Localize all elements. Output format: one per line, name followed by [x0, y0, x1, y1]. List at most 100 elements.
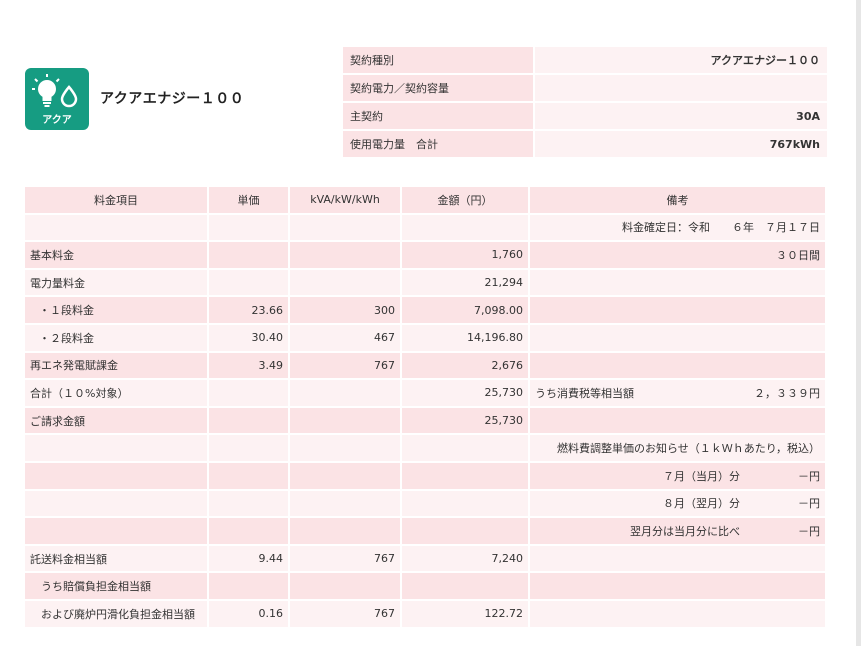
- row-item: 合計（１０%対象）: [25, 380, 209, 408]
- note-label: ７月（当月）分: [663, 469, 740, 483]
- table-row: ・２段料金 30.40 467 14,196.80: [25, 324, 827, 353]
- row-amount: [402, 435, 530, 463]
- row-item: ご請求金額: [25, 407, 209, 436]
- row-price: [209, 573, 290, 601]
- note-split: うち消費税等相当額 ２，３３９円: [530, 385, 825, 401]
- row-note: 翌月分は当月分に比べ －円: [530, 518, 827, 546]
- row-price: [209, 214, 290, 243]
- header-amount: 金額（円）: [402, 187, 530, 215]
- row-item: うち賠償負担金相当額: [25, 573, 209, 601]
- row-note: ８月（翌月）分 －円: [530, 490, 827, 519]
- row-item: [25, 462, 209, 491]
- row-price: 0.16: [209, 600, 290, 629]
- row-price: [209, 269, 290, 298]
- row-qty: [290, 518, 402, 546]
- row-note: 燃料費調整単価のお知らせ（１ｋＷｈあたり，税込）: [530, 435, 827, 463]
- row-amount: 122.72: [402, 600, 530, 629]
- row-item: 再エネ発電賦課金: [25, 352, 209, 381]
- contract-value: 767kWh: [535, 131, 827, 159]
- contract-row: 主契約 30A: [343, 103, 827, 131]
- row-amount: [402, 462, 530, 491]
- row-qty: [290, 214, 402, 243]
- table-row: ご請求金額 25,730: [25, 407, 827, 436]
- aqua-logo: アクア: [25, 68, 89, 130]
- billing-header-row: 料金項目 単価 kVA/kW/kWh 金額（円） 備考: [25, 187, 827, 215]
- contract-label: 主契約: [343, 103, 535, 131]
- table-row: および廃炉円滑化負担金相当額 0.16 767 122.72: [25, 600, 827, 629]
- row-note: ３０日間: [530, 242, 827, 270]
- row-qty: 767: [290, 352, 402, 381]
- row-price: [209, 490, 290, 519]
- row-item: ・１段料金: [25, 297, 209, 325]
- row-price: 23.66: [209, 297, 290, 325]
- plan-name: アクアエナジー１００: [100, 91, 245, 107]
- note-value: ２，３３９円: [754, 386, 820, 400]
- row-item: [25, 518, 209, 546]
- row-amount: 14,196.80: [402, 324, 530, 353]
- row-amount: [402, 573, 530, 601]
- contract-label: 契約電力／契約容量: [343, 75, 535, 103]
- row-note: [530, 600, 827, 629]
- row-note: [530, 545, 827, 574]
- contract-label: 使用電力量 合計: [343, 131, 535, 159]
- row-amount: [402, 518, 530, 546]
- note-label: ８月（翌月）分: [663, 497, 740, 511]
- billing-table: 料金項目 単価 kVA/kW/kWh 金額（円） 備考 料金確定日：令和 ６年 …: [25, 187, 827, 629]
- contract-value: [535, 75, 827, 103]
- table-row: 託送料金相当額 9.44 767 7,240: [25, 545, 827, 574]
- row-item: ・２段料金: [25, 324, 209, 353]
- note-value: －円: [798, 469, 820, 483]
- row-note: [530, 297, 827, 325]
- row-qty: [290, 435, 402, 463]
- row-price: [209, 380, 290, 408]
- table-row: ・１段料金 23.66 300 7,098.00: [25, 297, 827, 325]
- row-qty: 467: [290, 324, 402, 353]
- table-row: 料金確定日：令和 ６年 ７月１７日: [25, 214, 827, 243]
- table-row: ８月（翌月）分 －円: [25, 490, 827, 519]
- note-split: ７月（当月）分 －円: [530, 468, 825, 484]
- row-price: [209, 407, 290, 436]
- row-item: [25, 214, 209, 243]
- table-row: 再エネ発電賦課金 3.49 767 2,676: [25, 352, 827, 381]
- row-note: 料金確定日：令和 ６年 ７月１７日: [530, 214, 827, 243]
- right-scrollbar-edge: [856, 0, 861, 646]
- row-amount: [402, 214, 530, 243]
- row-qty: 767: [290, 545, 402, 574]
- row-note: ７月（当月）分 －円: [530, 462, 827, 491]
- row-amount: 1,760: [402, 242, 530, 270]
- row-price: 9.44: [209, 545, 290, 574]
- row-qty: 767: [290, 600, 402, 629]
- note-split: ８月（翌月）分 －円: [530, 495, 825, 511]
- header-quantity: kVA/kW/kWh: [290, 187, 402, 215]
- row-price: 30.40: [209, 324, 290, 353]
- contract-row: 使用電力量 合計 767kWh: [343, 131, 827, 159]
- row-qty: [290, 242, 402, 270]
- row-item: 基本料金: [25, 242, 209, 270]
- row-qty: [290, 462, 402, 491]
- row-note: うち消費税等相当額 ２，３３９円: [530, 380, 827, 408]
- contract-row: 契約種別 アクアエナジー１００: [343, 47, 827, 75]
- row-price: [209, 518, 290, 546]
- note-label: うち消費税等相当額: [535, 386, 634, 400]
- header-item: 料金項目: [25, 187, 209, 215]
- header-note: 備考: [530, 187, 827, 215]
- row-item: および廃炉円滑化負担金相当額: [25, 600, 209, 629]
- row-item: [25, 490, 209, 519]
- row-note: [530, 352, 827, 381]
- row-amount: 21,294: [402, 269, 530, 298]
- row-qty: 300: [290, 297, 402, 325]
- note-split: 翌月分は当月分に比べ －円: [530, 523, 825, 539]
- row-amount: 7,098.00: [402, 297, 530, 325]
- row-amount: 25,730: [402, 407, 530, 436]
- row-amount: [402, 490, 530, 519]
- row-qty: [290, 490, 402, 519]
- row-qty: [290, 269, 402, 298]
- logo-text: アクア: [42, 115, 72, 126]
- row-price: 3.49: [209, 352, 290, 381]
- table-row: ７月（当月）分 －円: [25, 462, 827, 491]
- row-qty: [290, 407, 402, 436]
- row-qty: [290, 573, 402, 601]
- table-row: 基本料金 1,760 ３０日間: [25, 242, 827, 270]
- row-price: [209, 242, 290, 270]
- row-item: 電力量料金: [25, 269, 209, 298]
